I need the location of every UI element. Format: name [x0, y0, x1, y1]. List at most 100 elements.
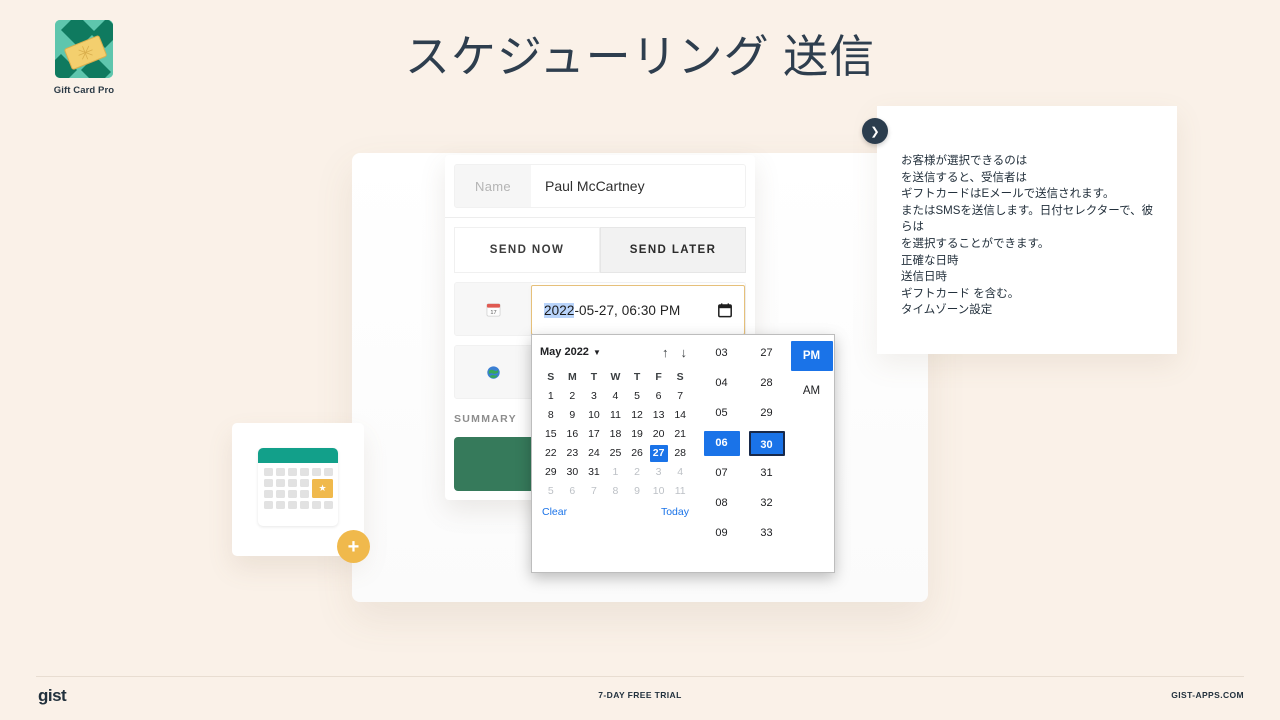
- calendar-day[interactable]: 23: [563, 445, 581, 462]
- calendar-day-cell: 30: [562, 462, 584, 481]
- datetime-picker-popup[interactable]: May 2022 ▼ ↑ ↓ SMTWTFS 1 2 3 4 5 6 7 8 9 10 11 12 13…: [531, 334, 835, 573]
- calendar-day[interactable]: 6: [650, 388, 668, 405]
- calendar-day[interactable]: 16: [563, 426, 581, 443]
- hour-option[interactable]: 04: [704, 371, 740, 396]
- calendar-today-link[interactable]: Today: [661, 506, 689, 518]
- calendar-day[interactable]: 15: [542, 426, 560, 443]
- calendar-illustration-cell: [324, 501, 333, 509]
- minute-option[interactable]: 27: [749, 341, 785, 366]
- calendar-day-cell: 3: [648, 462, 670, 481]
- calendar-day[interactable]: 31: [585, 464, 603, 481]
- hour-option[interactable]: 05: [704, 401, 740, 426]
- calendar-day[interactable]: 10: [650, 483, 668, 500]
- datetime-input[interactable]: 2022-05-27, 06:30 PM: [531, 285, 745, 335]
- meridiem-option[interactable]: AM: [791, 376, 833, 406]
- meridiem-option-selected[interactable]: PM: [790, 341, 833, 371]
- datetime-rest-segment[interactable]: -05-27, 06:30 PM: [574, 303, 680, 318]
- calendar-day-cell: 4: [605, 386, 627, 405]
- calendar-day[interactable]: 4: [606, 388, 624, 405]
- calendar-day-cell: 2: [626, 462, 648, 481]
- add-badge-icon[interactable]: +: [337, 530, 370, 563]
- calendar-day[interactable]: 12: [628, 407, 646, 424]
- calendar-day[interactable]: 14: [671, 407, 689, 424]
- calendar-day[interactable]: 1: [542, 388, 560, 405]
- calendar-week-row: 8 9 10 11 12 13 14: [540, 405, 691, 424]
- minute-option[interactable]: 31: [749, 461, 785, 486]
- calendar-day-selected[interactable]: 27: [649, 445, 668, 462]
- calendar-day[interactable]: 22: [542, 445, 560, 462]
- chevron-right-icon[interactable]: ❯: [862, 118, 888, 144]
- calendar-day[interactable]: 11: [671, 483, 689, 500]
- minute-option[interactable]: 33: [749, 521, 785, 546]
- name-input[interactable]: Paul McCartney: [531, 165, 745, 207]
- calendar-day[interactable]: 18: [606, 426, 624, 443]
- hour-option[interactable]: 03: [704, 341, 740, 366]
- calendar-day[interactable]: 29: [542, 464, 560, 481]
- minute-option[interactable]: 28: [749, 371, 785, 396]
- arrow-down-icon[interactable]: ↓: [681, 346, 688, 359]
- calendar-day[interactable]: 17: [585, 426, 603, 443]
- calendar-day[interactable]: 30: [563, 464, 581, 481]
- tab-send-now[interactable]: SEND NOW: [454, 227, 600, 273]
- calendar-day[interactable]: 5: [542, 483, 560, 500]
- calendar-day[interactable]: 8: [542, 407, 560, 424]
- calendar-day[interactable]: 26: [628, 445, 646, 462]
- tab-send-later[interactable]: SEND LATER: [600, 227, 746, 273]
- calendar-day[interactable]: 6: [563, 483, 581, 500]
- annotation-line: ギフトカード を含む。: [901, 287, 1020, 300]
- calendar-day[interactable]: 5: [628, 388, 646, 405]
- arrow-up-icon[interactable]: ↑: [662, 346, 669, 359]
- calendar-day[interactable]: 3: [650, 464, 668, 481]
- calendar-day[interactable]: 3: [585, 388, 603, 405]
- calendar-clear-link[interactable]: Clear: [542, 506, 567, 518]
- minute-column[interactable]: 27 28 29 30 31 32 33: [744, 341, 789, 572]
- calendar-day[interactable]: 21: [671, 426, 689, 443]
- calendar-day[interactable]: 2: [563, 388, 581, 405]
- globe-emoji-icon: [455, 346, 531, 398]
- chevron-down-icon[interactable]: ▼: [593, 348, 601, 357]
- calendar-day-cell: 26: [626, 443, 648, 462]
- calendar-day[interactable]: 11: [606, 407, 624, 424]
- calendar-day[interactable]: 7: [585, 483, 603, 500]
- hour-option[interactable]: 09: [704, 521, 740, 546]
- calendar-weekday: W: [610, 371, 621, 383]
- calendar-week-row: 15 16 17 18 19 20 21: [540, 424, 691, 443]
- minute-option-focused[interactable]: 30: [748, 431, 785, 456]
- meridiem-column[interactable]: PM AM: [789, 341, 834, 572]
- calendar-day[interactable]: 19: [628, 426, 646, 443]
- calendar-day-cell: 4: [669, 462, 691, 481]
- calendar-day[interactable]: 25: [606, 445, 624, 462]
- calendar-day[interactable]: 9: [628, 483, 646, 500]
- calendar-day[interactable]: 2: [628, 464, 646, 481]
- hour-option[interactable]: 07: [704, 461, 740, 486]
- calendar-illustration-cell: [324, 468, 333, 476]
- calendar-day[interactable]: 24: [585, 445, 603, 462]
- calendar-day[interactable]: 28: [671, 445, 689, 462]
- calendar-day[interactable]: 4: [671, 464, 689, 481]
- calendar-day-cell: 28: [669, 443, 691, 462]
- calendar-illustration-cell: [312, 468, 321, 476]
- datetime-year-segment[interactable]: 2022: [544, 302, 575, 318]
- calendar-icon[interactable]: [718, 302, 732, 318]
- calendar-illustration-cell: [276, 501, 285, 509]
- calendar-day-cell: 6: [648, 386, 670, 405]
- datetime-input-value[interactable]: 2022-05-27, 06:30 PM: [544, 302, 718, 318]
- minute-option[interactable]: 32: [749, 491, 785, 516]
- name-label: Name: [475, 178, 511, 194]
- calendar-day[interactable]: 7: [671, 388, 689, 405]
- hour-column[interactable]: 03 04 05 06 07 08 09: [699, 341, 744, 572]
- minute-option[interactable]: 29: [749, 401, 785, 426]
- calendar-day-cell: 2: [562, 386, 584, 405]
- calendar-illustration-cell: [288, 490, 297, 498]
- calendar-nav: ↑ ↓: [662, 346, 691, 359]
- calendar-day[interactable]: 8: [606, 483, 624, 500]
- hour-option-selected[interactable]: 06: [703, 431, 740, 456]
- calendar-month-label[interactable]: May 2022: [540, 346, 589, 358]
- brand-label: Gift Card Pro: [53, 85, 115, 96]
- calendar-day[interactable]: 1: [606, 464, 624, 481]
- calendar-day[interactable]: 9: [563, 407, 581, 424]
- calendar-day[interactable]: 20: [650, 426, 668, 443]
- calendar-day[interactable]: 13: [650, 407, 668, 424]
- hour-option[interactable]: 08: [704, 491, 740, 516]
- calendar-day[interactable]: 10: [585, 407, 603, 424]
